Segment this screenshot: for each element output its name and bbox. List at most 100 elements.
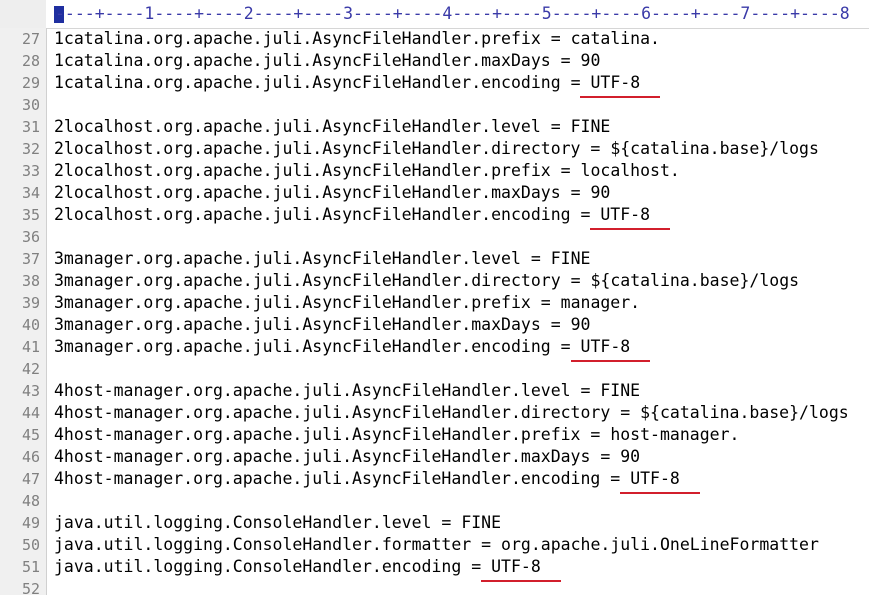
property-key: 2localhost.org.apache.juli.AsyncFileHand…	[54, 139, 581, 158]
property-key: 3manager.org.apache.juli.AsyncFileHandle…	[54, 337, 551, 356]
property-key: 1catalina.org.apache.juli.AsyncFileHandl…	[54, 51, 551, 70]
code-line[interactable]: 44 4host-manager.org.apache.juli.AsyncFil…	[0, 402, 869, 424]
code-line[interactable]: 34 2localhost.org.apache.juli.AsyncFileHa…	[0, 182, 869, 204]
line-number: 43	[21, 382, 40, 400]
code-line[interactable]: 38 3manager.org.apache.juli.AsyncFileHand…	[0, 270, 869, 292]
line-text: 2localhost.org.apache.juli.AsyncFileHand…	[54, 204, 670, 230]
line-number: 36	[21, 228, 40, 246]
code-line[interactable]: 50 java.util.logging.ConsoleHandler.forma…	[0, 534, 869, 556]
equals-sign: =	[590, 447, 621, 466]
code-line[interactable]: 43 4host-manager.org.apache.juli.AsyncFil…	[0, 380, 869, 402]
code-line[interactable]: 41 3manager.org.apache.juli.AsyncFileHand…	[0, 336, 869, 362]
property-key: 3manager.org.apache.juli.AsyncFileHandle…	[54, 293, 531, 312]
equals-sign: =	[610, 403, 641, 422]
ruler-scale: ----+----1----+----2----+----3----+----4…	[55, 4, 850, 23]
equals-sign: =	[560, 73, 591, 92]
line-text: 2localhost.org.apache.juli.AsyncFileHand…	[54, 182, 610, 204]
property-value: 90	[570, 315, 591, 334]
code-line[interactable]: 29 1catalina.org.apache.juli.AsyncFileHan…	[0, 72, 869, 98]
property-value: 90	[580, 51, 601, 70]
line-text: 3manager.org.apache.juli.AsyncFileHandle…	[54, 248, 590, 270]
line-text: 1catalina.org.apache.juli.AsyncFileHandl…	[54, 72, 660, 98]
code-line[interactable]: 42	[0, 358, 869, 380]
property-key: 2localhost.org.apache.juli.AsyncFileHand…	[54, 205, 571, 224]
property-value: FINE	[600, 381, 641, 400]
property-value: 90	[590, 183, 611, 202]
equals-sign: =	[471, 535, 502, 554]
code-line[interactable]: 28 1catalina.org.apache.juli.AsyncFileHan…	[0, 50, 869, 72]
code-line[interactable]: 51 java.util.logging.ConsoleHandler.encod…	[0, 556, 869, 582]
equals-sign: =	[570, 381, 601, 400]
line-text: 4host-manager.org.apache.juli.AsyncFileH…	[54, 424, 739, 446]
line-number: 32	[21, 140, 40, 158]
line-number: 30	[21, 96, 40, 114]
property-key: 3manager.org.apache.juli.AsyncFileHandle…	[54, 271, 561, 290]
equals-sign: =	[431, 513, 462, 532]
code-line[interactable]: 49 java.util.logging.ConsoleHandler.level…	[0, 512, 869, 534]
property-key: java.util.logging.ConsoleHandler.formatt…	[54, 535, 472, 554]
code-line[interactable]: 27 1catalina.org.apache.juli.AsyncFileHan…	[0, 28, 869, 50]
line-number: 37	[21, 250, 40, 268]
line-number: 33	[21, 162, 40, 180]
property-key: 3manager.org.apache.juli.AsyncFileHandle…	[54, 249, 521, 268]
property-key: java.util.logging.ConsoleHandler.level	[54, 513, 432, 532]
line-number: 42	[21, 360, 40, 378]
property-value: host-manager.	[610, 425, 740, 444]
line-number: 51	[21, 558, 40, 576]
line-number: 41	[21, 338, 40, 356]
line-text: 3manager.org.apache.juli.AsyncFileHandle…	[54, 336, 650, 362]
line-number: 31	[21, 118, 40, 136]
code-line[interactable]: 36	[0, 226, 869, 248]
code-line[interactable]: 30	[0, 94, 869, 116]
line-number: 44	[21, 404, 40, 422]
code-line[interactable]: 31 2localhost.org.apache.juli.AsyncFileHa…	[0, 116, 869, 138]
code-line[interactable]: 47 4host-manager.org.apache.juli.AsyncFil…	[0, 468, 869, 494]
equals-sign: =	[550, 161, 581, 180]
line-text: 3manager.org.apache.juli.AsyncFileHandle…	[54, 270, 799, 292]
line-number: 46	[21, 448, 40, 466]
property-key: 2localhost.org.apache.juli.AsyncFileHand…	[54, 183, 561, 202]
code-line[interactable]: 37 3manager.org.apache.juli.AsyncFileHand…	[0, 248, 869, 270]
line-number: 34	[21, 184, 40, 202]
property-key: 1catalina.org.apache.juli.AsyncFileHandl…	[54, 73, 561, 92]
property-value: FINE	[550, 249, 591, 268]
column-ruler: ----+----1----+----2----+----3----+----4…	[0, 0, 869, 29]
code-line[interactable]: 48	[0, 490, 869, 512]
property-key: java.util.logging.ConsoleHandler.encodin…	[54, 557, 462, 576]
code-area[interactable]: 27 1catalina.org.apache.juli.AsyncFileHan…	[0, 28, 869, 600]
line-text: 1catalina.org.apache.juli.AsyncFileHandl…	[54, 50, 600, 72]
code-line[interactable]: 39 3manager.org.apache.juli.AsyncFileHand…	[0, 292, 869, 314]
property-key: 4host-manager.org.apache.juli.AsyncFileH…	[54, 403, 611, 422]
line-text: 4host-manager.org.apache.juli.AsyncFileH…	[54, 380, 640, 402]
property-value: 90	[620, 447, 641, 466]
property-key: 4host-manager.org.apache.juli.AsyncFileH…	[54, 381, 571, 400]
line-text: java.util.logging.ConsoleHandler.level =…	[54, 512, 501, 534]
code-line[interactable]: 52	[0, 578, 869, 600]
equals-sign: =	[520, 249, 551, 268]
line-text: 4host-manager.org.apache.juli.AsyncFileH…	[54, 446, 640, 468]
code-line[interactable]: 35 2localhost.org.apache.juli.AsyncFileHa…	[0, 204, 869, 230]
equals-sign: =	[550, 51, 581, 70]
property-value: ${catalina.base}/logs	[590, 271, 800, 290]
equals-sign: =	[570, 205, 601, 224]
line-text: 2localhost.org.apache.juli.AsyncFileHand…	[54, 138, 819, 160]
line-number: 39	[21, 294, 40, 312]
equals-sign: =	[540, 29, 571, 48]
line-number: 35	[21, 206, 40, 224]
property-key: 2localhost.org.apache.juli.AsyncFileHand…	[54, 117, 541, 136]
code-line[interactable]: 46 4host-manager.org.apache.juli.AsyncFil…	[0, 446, 869, 468]
property-value: catalina.	[570, 29, 660, 48]
code-line[interactable]: 45 4host-manager.org.apache.juli.AsyncFil…	[0, 424, 869, 446]
property-value: FINE	[461, 513, 502, 532]
line-number: 49	[21, 514, 40, 532]
code-line[interactable]: 32 2localhost.org.apache.juli.AsyncFileHa…	[0, 138, 869, 160]
underlined-property-value: UTF-8	[481, 557, 561, 582]
line-text: 2localhost.org.apache.juli.AsyncFileHand…	[54, 160, 680, 182]
code-line[interactable]: 33 2localhost.org.apache.juli.AsyncFileHa…	[0, 160, 869, 182]
text-editor[interactable]: ----+----1----+----2----+----3----+----4…	[0, 0, 869, 598]
equals-sign: =	[530, 293, 561, 312]
code-line[interactable]: 40 3manager.org.apache.juli.AsyncFileHand…	[0, 314, 869, 336]
underlined-property-value: UTF-8	[590, 205, 670, 230]
property-key: 2localhost.org.apache.juli.AsyncFileHand…	[54, 161, 551, 180]
equals-sign: =	[461, 557, 492, 576]
